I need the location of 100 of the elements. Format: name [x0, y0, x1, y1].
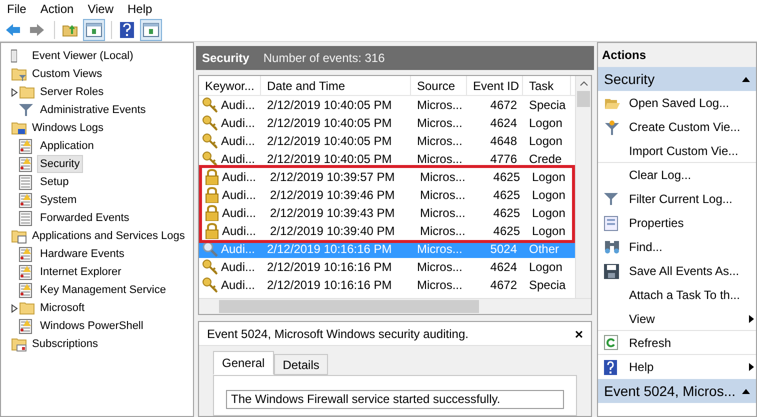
scrollbar-thumb[interactable]	[577, 91, 590, 107]
column-header[interactable]: Date and Time	[261, 76, 411, 95]
keyword-cell-text: Audi...	[221, 259, 256, 276]
tree-item[interactable]: Event Viewer (Local)	[29, 47, 136, 65]
padlock-icon	[205, 187, 219, 203]
folder-window-icon	[11, 228, 27, 244]
column-header[interactable]: Keywor...	[199, 76, 261, 95]
scrollbar-thumb[interactable]	[219, 300, 479, 313]
tree-item[interactable]: System	[37, 191, 80, 209]
padlock-icon	[205, 205, 219, 221]
tree-item[interactable]: Key Management Service	[37, 281, 169, 299]
task-link[interactable]: Import Custom Vie...	[598, 139, 756, 163]
task-link[interactable]: Properties	[598, 211, 756, 235]
date-cell-text: 2/12/2019 10:40:05 PM	[266, 133, 393, 150]
event-row[interactable]: Audi... 2/12/2019 10:16:16 PM Micros... 4624 Logon	[199, 258, 575, 276]
tree-item[interactable]: Custom Views	[29, 65, 106, 83]
details-tab[interactable]: General	[213, 351, 274, 375]
key-icon	[202, 151, 218, 167]
task-link[interactable]: Save All Events As...	[598, 259, 756, 283]
menu-item[interactable]: View	[80, 1, 120, 17]
key-icon	[202, 259, 218, 275]
keyword-cell-text: Audi...	[222, 205, 256, 222]
folder-icon	[19, 85, 35, 99]
task-link[interactable]: Help	[598, 355, 756, 379]
column-header[interactable]: Task	[523, 76, 571, 95]
task-link[interactable]: Attach a Task To th...	[598, 283, 756, 307]
task-link[interactable]: Filter Current Log...	[598, 187, 756, 211]
tree-item[interactable]: Internet Explorer	[37, 263, 124, 281]
task-cell-text: Other	[528, 241, 560, 258]
pane-toggle-button[interactable]	[140, 18, 162, 40]
column-header[interactable]: Event ID	[467, 76, 523, 95]
close-button[interactable]: ×	[574, 326, 583, 340]
source-cell-text: Micros...	[416, 151, 464, 168]
event-description-field[interactable]: The Windows Firewall service started successfully.	[226, 390, 564, 409]
key-icon	[202, 133, 218, 149]
tree-item[interactable]: Application	[37, 137, 97, 155]
tree-item[interactable]: Security	[37, 155, 83, 173]
details-tab[interactable]: Details	[274, 354, 328, 375]
task-link[interactable]: Refresh	[598, 331, 756, 355]
menu-item[interactable]: File	[0, 1, 34, 17]
tree-item[interactable]: Windows PowerShell	[37, 317, 146, 335]
task-link[interactable]: Clear Log...	[598, 163, 756, 187]
event-row[interactable]: Audi... 2/12/2019 10:39:57 PM Micros... 4625 Logon	[202, 168, 572, 186]
keyword-cell-text: Audi...	[222, 169, 256, 186]
properties-icon	[604, 216, 618, 230]
expand-arrow-icon[interactable]	[10, 88, 18, 96]
pane-toggle-button[interactable]	[83, 18, 105, 40]
refresh-icon	[604, 335, 618, 350]
log-warning-icon	[19, 138, 32, 154]
event-id-cell-text: 4672	[489, 277, 518, 294]
task-cell-text: Logon	[531, 187, 566, 204]
task-link[interactable]: Create Custom Vie...	[598, 115, 756, 139]
event-id-cell-text: 4624	[489, 259, 518, 276]
key-icon	[202, 277, 218, 293]
tree-item[interactable]: Forwarded Events	[37, 209, 132, 227]
scroll-up-icon[interactable]	[580, 81, 588, 86]
funnel-icon	[19, 103, 33, 117]
horizontal-scrollbar[interactable]	[199, 298, 591, 314]
task-link[interactable]: Open Saved Log...	[598, 91, 756, 115]
date-cell-text: 2/12/2019 10:40:05 PM	[266, 151, 393, 168]
tree-item[interactable]: Hardware Events	[37, 245, 128, 263]
tree-item[interactable]: Subscriptions	[29, 335, 102, 353]
tree-item[interactable]: Administrative Events	[37, 101, 149, 119]
padlock-icon	[205, 223, 219, 239]
expand-arrow-icon[interactable]	[10, 304, 18, 312]
source-cell-text: Micros...	[419, 169, 466, 186]
menu-item[interactable]: Help	[120, 1, 160, 17]
tree-item[interactable]: Applications and Services Logs	[29, 227, 188, 245]
event-row[interactable]: Audi... 2/12/2019 10:40:05 PM Micros... 4648 Logon	[199, 132, 575, 150]
collapse-arrow-icon[interactable]	[742, 388, 750, 394]
tree-item[interactable]: Server Roles	[37, 83, 107, 101]
event-row[interactable]: Audi... 2/12/2019 10:40:05 PM Micros... 4672 Specia	[199, 96, 575, 114]
event-row[interactable]: Audi... 2/12/2019 10:40:05 PM Micros... 4624 Logon	[199, 114, 575, 132]
event-id-cell-text: 4648	[489, 133, 518, 150]
date-cell-text: 2/12/2019 10:16:16 PM	[266, 259, 393, 276]
column-header[interactable]: Source	[411, 76, 467, 95]
date-cell-text: 2/12/2019 10:16:16 PM	[266, 241, 393, 258]
collapse-arrow-icon[interactable]	[742, 76, 750, 82]
task-cell-text: Specia	[528, 97, 567, 114]
tree-item[interactable]: Setup	[37, 173, 72, 191]
menu-item[interactable]: Action	[33, 1, 81, 17]
source-cell-text: Micros...	[419, 205, 466, 222]
task-link[interactable]: Find...	[598, 235, 756, 259]
task-link[interactable]: View	[598, 307, 756, 331]
log-icon	[19, 210, 32, 226]
event-row[interactable]: Audi... 2/12/2019 10:40:05 PM Micros... 4776 Crede	[199, 150, 575, 168]
actions-section-header[interactable]: Security	[598, 67, 756, 91]
vertical-scrollbar[interactable]	[575, 76, 591, 298]
actions-section-header[interactable]: Event 5024, Micros...	[598, 379, 756, 403]
key-icon	[202, 97, 218, 113]
event-row[interactable]: Audi... 2/12/2019 10:16:16 PM Micros... 4672 Specia	[199, 276, 575, 294]
source-cell-text: Micros...	[416, 97, 464, 114]
event-row[interactable]: Audi... 2/12/2019 10:39:43 PM Micros... 4625 Logon	[202, 204, 572, 222]
keyword-cell-text: Audi...	[221, 241, 256, 258]
event-row[interactable]: Audi... 2/12/2019 10:39:46 PM Micros... 4625 Logon	[202, 186, 572, 204]
event-row[interactable]: Audi... 2/12/2019 10:39:40 PM Micros... 4625 Logon	[202, 222, 572, 240]
folder-calendar-icon	[11, 336, 27, 352]
tree-item[interactable]: Windows Logs	[29, 119, 107, 137]
tree-item[interactable]: Microsoft	[37, 299, 88, 317]
event-id-cell-text: 4625	[492, 223, 521, 240]
